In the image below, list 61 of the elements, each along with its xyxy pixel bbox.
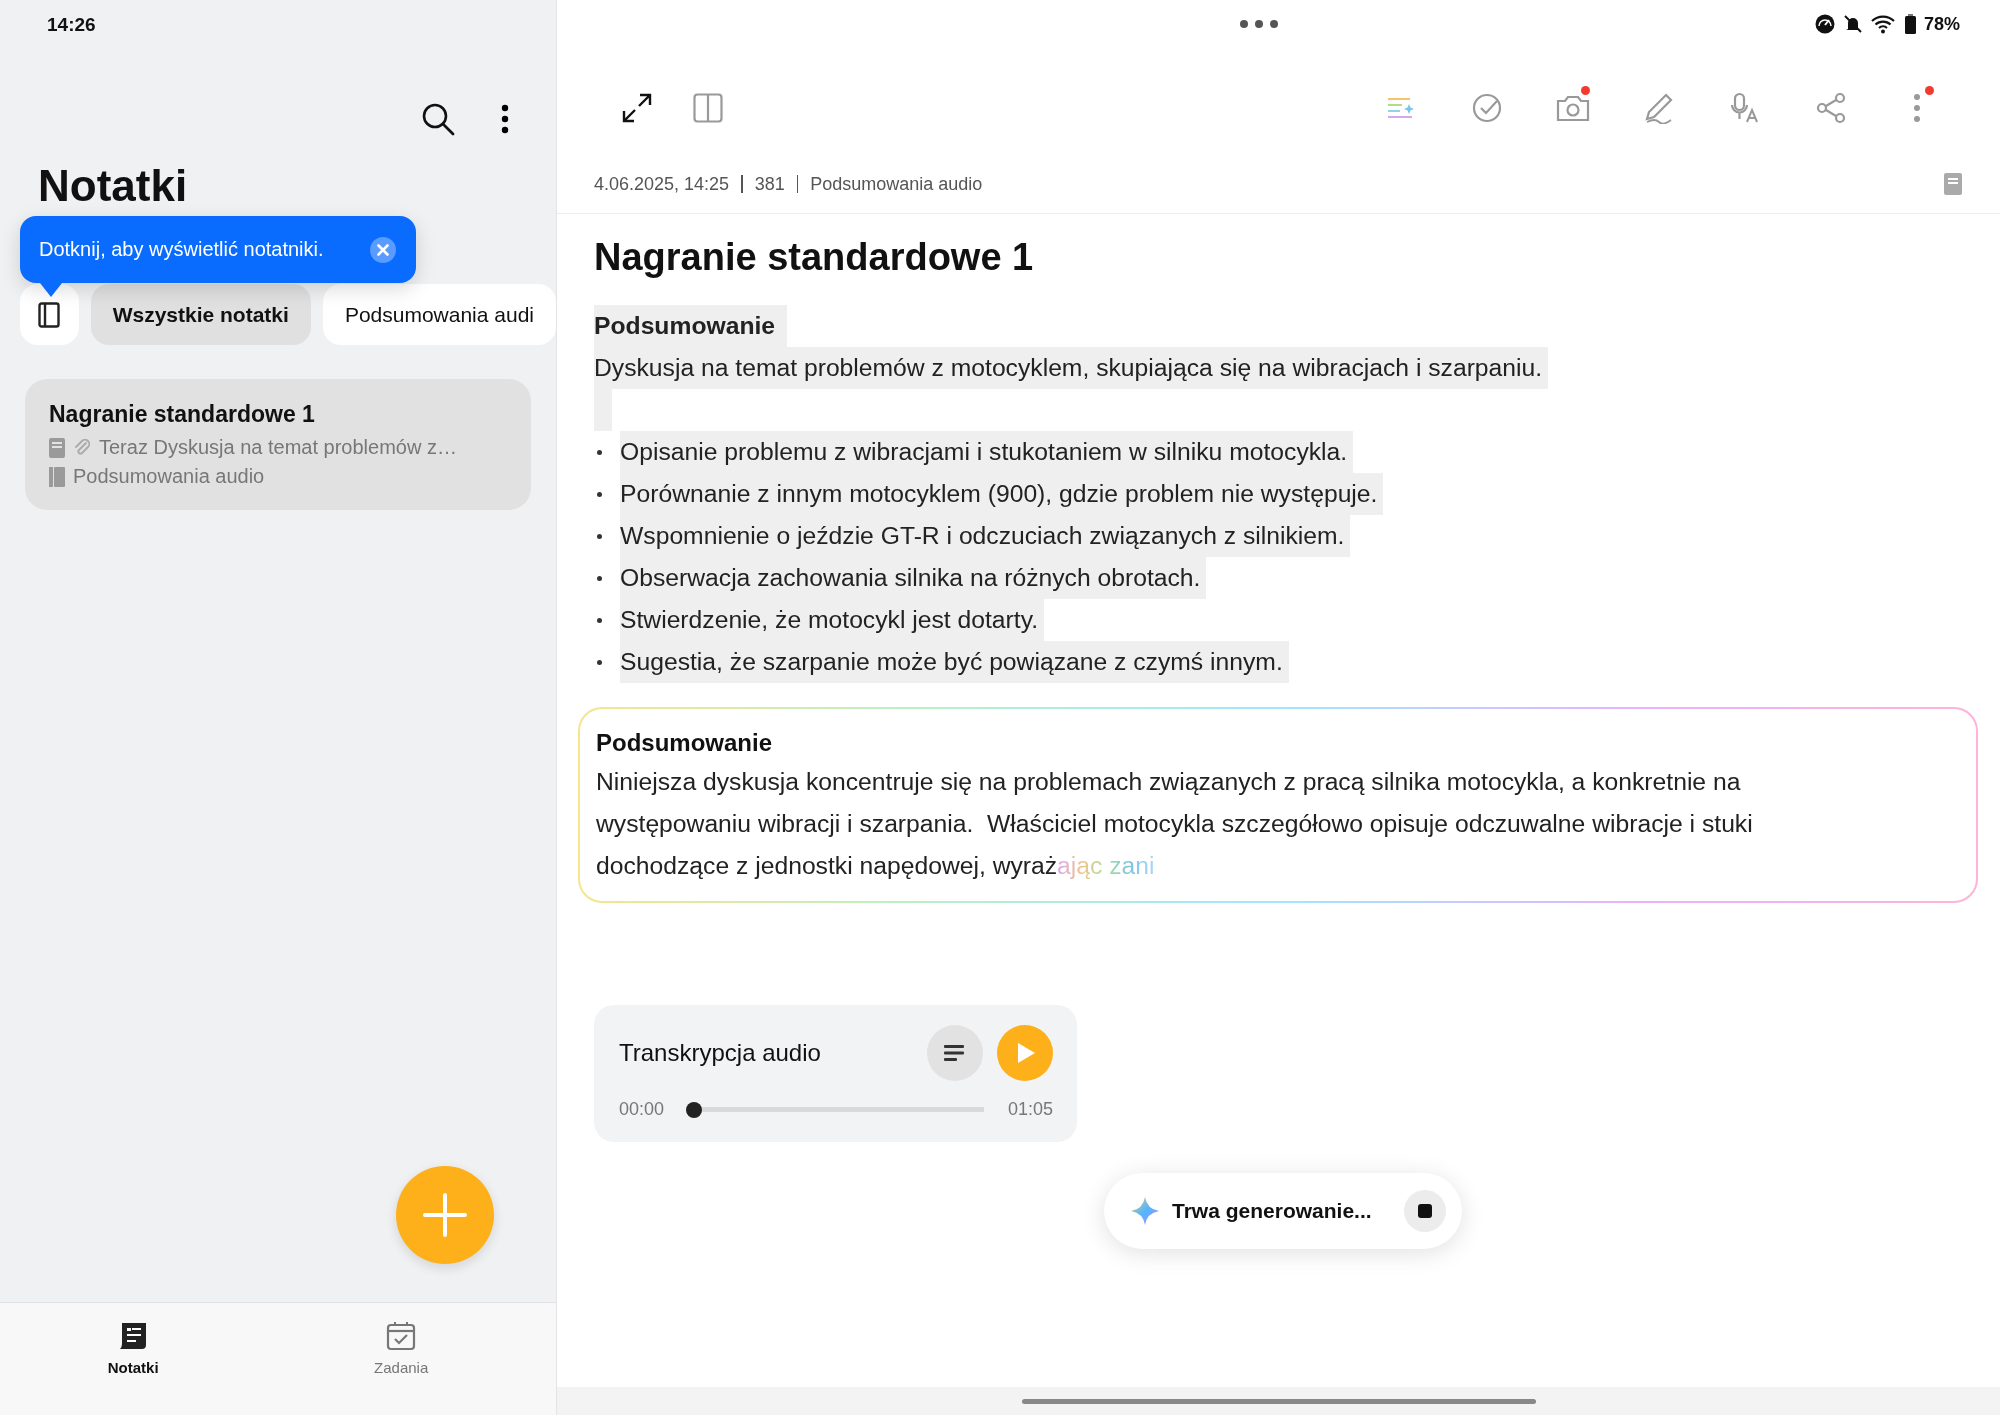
stop-button[interactable]: [1403, 1190, 1446, 1232]
transcript-button[interactable]: [927, 1025, 983, 1081]
document-icon: [49, 437, 65, 458]
audio-title: Transkrypcja audio: [619, 1039, 822, 1067]
note-notebook[interactable]: Podsumowania audio: [810, 173, 983, 195]
note-title: Nagranie standardowe 1: [594, 236, 1035, 279]
note-icon: [118, 1321, 149, 1351]
bullet-icon: [597, 659, 602, 665]
close-icon[interactable]: [370, 236, 396, 263]
section-heading: Podsumowanie: [596, 728, 774, 758]
handle-icon[interactable]: [1238, 19, 1279, 29]
stop-icon: [1417, 1204, 1432, 1218]
generating-status: Trwa generowanie...: [1172, 1199, 1372, 1223]
bullet-icon: [597, 449, 602, 455]
status-time: 14:26: [46, 13, 97, 37]
bullet-text: Wspomnienie o jeździe GT-R i odczuciach związanych z silnikiem.: [620, 515, 1351, 557]
total-time: 01:05: [1007, 1099, 1053, 1120]
bullet-icon: [597, 575, 602, 581]
bullet-icon: [597, 491, 602, 497]
expand-icon[interactable]: [621, 91, 653, 124]
bullet-text: Opisanie problemu z wibracjami i stukotaniem w silniku motocykla.: [620, 431, 1354, 473]
bullet-icon: [597, 533, 602, 539]
note-date: 4.06.2025, 14:25: [594, 173, 730, 195]
filter-chip[interactable]: Podsumowania audi: [322, 284, 556, 345]
lines-icon: [944, 1044, 966, 1062]
split-view-icon[interactable]: [693, 92, 723, 123]
document-icon[interactable]: [1944, 173, 1962, 195]
home-indicator[interactable]: [1021, 1398, 1536, 1404]
notebook-icon: [49, 466, 65, 487]
search-icon[interactable]: [421, 102, 455, 136]
character-count: 381: [754, 173, 785, 195]
bullet-text: Obserwacja zachowania silnika na różnych obrotach.: [620, 557, 1207, 599]
bullet-text: Porównanie z innym motocyklem (900), gdzie problem nie występuje.: [620, 473, 1384, 515]
elapsed-time: 00:00: [619, 1099, 665, 1120]
battery-icon: [1904, 14, 1916, 34]
summary-paragraph: Dyskusja na temat problemów z motocyklem, skupiająca się na wibracjach i szarpaniu.: [594, 347, 1549, 389]
gauge-icon: [1814, 14, 1835, 34]
paperclip-icon: [73, 438, 91, 457]
notebook-icon: [38, 301, 61, 328]
note-card[interactable]: Nagranie standardowe 1 Teraz Dyskusja na temat problemów z… Podsumowania audio: [25, 379, 531, 510]
bullet-text: Stwierdzenie, że motocykl jest dotarty.: [620, 599, 1045, 641]
note-notebook: Podsumowania audio: [73, 465, 265, 488]
filter-chip[interactable]: Wszystkie notatki: [90, 284, 311, 345]
section-heading: Podsumowanie: [594, 305, 788, 347]
plus-icon: [422, 1192, 468, 1238]
calendar-check-icon: [386, 1321, 417, 1351]
nav-tab[interactable]: Zadania: [368, 1303, 435, 1393]
ai-summary-text: Niniejsza dyskusja koncentruje się na problemach związanych z pracą silnika motocykla, a konkretnie na występowaniu wibracji i szarpania. Właściciel motocykla szczegółowo opisuje odczuwalne wibracje i stuki dochodzące z jednostki napędowej, wyrażając zani: [596, 767, 1754, 881]
wifi-icon: [1870, 14, 1897, 34]
bullet-icon: [597, 617, 602, 623]
bell-off-icon: [1842, 14, 1863, 34]
bullet-text: Sugestia, że szarpanie może być powiązane z czymś innym.: [620, 641, 1289, 683]
tooltip-text: Dotknij, aby wyświetlić notatniki.: [39, 238, 325, 261]
page-title: Notatki: [38, 161, 188, 211]
sparkle-icon: [1130, 1196, 1160, 1226]
nav-tab[interactable]: Notatki: [101, 1303, 165, 1393]
notebooks-button[interactable]: [20, 284, 79, 345]
note-preview: Teraz Dyskusja na temat problemów z…: [99, 436, 457, 459]
note-title: Nagranie standardowe 1: [49, 401, 316, 428]
battery-level: 78%: [1923, 13, 1960, 35]
more-icon[interactable]: [501, 104, 509, 134]
